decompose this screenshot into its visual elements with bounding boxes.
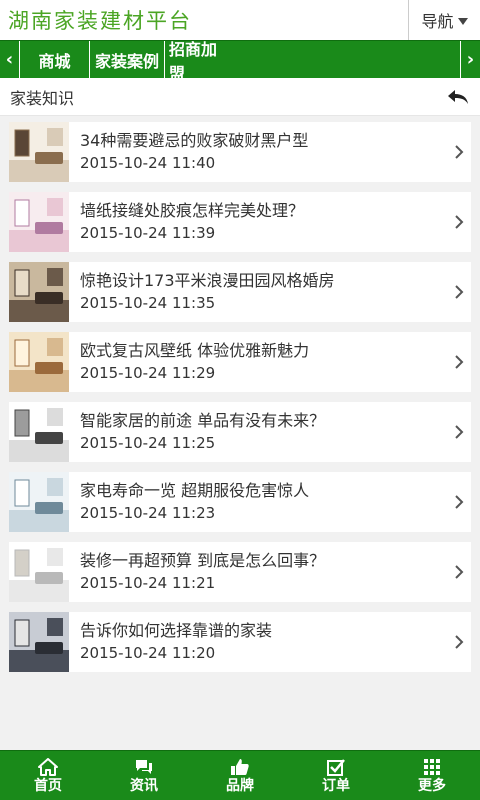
article-item[interactable]: 墙纸接缝处胶痕怎样完美处理？ 2015-10-24 11:39 (9, 192, 471, 252)
article-list: 34种需要避忌的败家破财黑户型 2015-10-24 11:40 墙纸接缝处胶痕怎样… (0, 116, 480, 672)
category-bar: ‹ 商城 家装案例 招商加盟 › (0, 40, 480, 83)
home-icon (38, 757, 58, 776)
nav-menu-label: 导航 (421, 12, 454, 31)
article-title: 装修一再超预算 到底是怎么回事？ (80, 551, 326, 570)
chevron-left-icon[interactable]: ‹ (0, 41, 20, 78)
article-title: 家电寿命一览 超期服役危害惊人 (80, 481, 310, 500)
chevron-right-icon (447, 144, 471, 160)
article-thumbnail (9, 122, 69, 182)
article-thumbnail (9, 472, 69, 532)
article-date: 2015-10-24 11:35 (80, 294, 216, 312)
article-date: 2015-10-24 11:20 (80, 644, 216, 662)
chevron-right-icon (447, 634, 471, 650)
article-text: 装修一再超预算 到底是怎么回事？ 2015-10-24 11:21 (69, 550, 447, 594)
thumbs-up-icon (231, 758, 249, 775)
category-item-franchise[interactable]: 招商加盟 (165, 40, 235, 83)
article-item[interactable]: 惊艳设计173平米浪漫田园风格婚房 2015-10-24 11:35 (9, 262, 471, 322)
caret-down-icon (457, 17, 468, 25)
tab-news[interactable]: 资讯 (96, 751, 192, 800)
tab-orders[interactable]: 订单 (288, 751, 384, 800)
section-header: 家装知识 (0, 78, 480, 116)
article-title: 墙纸接缝处胶痕怎样完美处理？ (80, 201, 305, 220)
tab-label: 首页 (34, 777, 62, 794)
site-logo[interactable]: 湖南家装建材平台 (0, 5, 408, 35)
section-title: 家装知识 (10, 88, 75, 108)
chevron-right-icon (447, 214, 471, 230)
category-item-mall[interactable]: 商城 (20, 41, 90, 78)
bottom-nav: 首页 资讯 品牌 订单 更多 (0, 750, 480, 800)
article-thumbnail (9, 192, 69, 252)
back-arrow-icon[interactable] (446, 87, 470, 107)
article-text: 欧式复古风壁纸 体验优雅新魅力 2015-10-24 11:29 (69, 340, 447, 384)
category-item-cases[interactable]: 家装案例 (90, 41, 165, 78)
grid-icon (424, 758, 440, 775)
tab-label: 品牌 (226, 777, 254, 794)
chevron-right-icon (447, 354, 471, 370)
article-date: 2015-10-24 11:25 (80, 434, 216, 452)
article-date: 2015-10-24 11:40 (80, 154, 216, 172)
article-text: 惊艳设计173平米浪漫田园风格婚房 2015-10-24 11:35 (69, 270, 447, 314)
article-text: 告诉你如何选择靠谱的家装 2015-10-24 11:20 (69, 620, 447, 664)
article-thumbnail (9, 262, 69, 322)
article-thumbnail (9, 402, 69, 462)
chevron-right-icon (447, 494, 471, 510)
article-title: 告诉你如何选择靠谱的家装 (80, 621, 273, 640)
article-date: 2015-10-24 11:39 (80, 224, 216, 242)
article-date: 2015-10-24 11:29 (80, 364, 216, 382)
article-date: 2015-10-24 11:21 (80, 574, 216, 592)
article-title: 惊艳设计173平米浪漫田园风格婚房 (80, 271, 335, 290)
chevron-right-icon (447, 424, 471, 440)
article-date: 2015-10-24 11:23 (80, 504, 216, 522)
tab-brand[interactable]: 品牌 (192, 751, 288, 800)
chevron-right-icon[interactable]: › (460, 41, 480, 78)
article-item[interactable]: 智能家居的前途 单品有没有未来？ 2015-10-24 11:25 (9, 402, 471, 462)
article-item[interactable]: 家电寿命一览 超期服役危害惊人 2015-10-24 11:23 (9, 472, 471, 532)
article-text: 智能家居的前途 单品有没有未来？ 2015-10-24 11:25 (69, 410, 447, 454)
article-thumbnail (9, 332, 69, 392)
chat-icon (136, 759, 152, 774)
chevron-right-icon (447, 284, 471, 300)
article-text: 家电寿命一览 超期服役危害惊人 2015-10-24 11:23 (69, 480, 447, 524)
article-title: 智能家居的前途 单品有没有未来？ (80, 411, 326, 430)
article-text: 34种需要避忌的败家破财黑户型 2015-10-24 11:40 (69, 130, 447, 174)
tab-more[interactable]: 更多 (384, 751, 480, 800)
tab-label: 订单 (322, 777, 350, 794)
tab-label: 更多 (418, 777, 446, 794)
article-item[interactable]: 装修一再超预算 到底是怎么回事？ 2015-10-24 11:21 (9, 542, 471, 602)
article-thumbnail (9, 612, 69, 672)
header: 湖南家装建材平台 导航 (0, 0, 480, 40)
article-title: 欧式复古风壁纸 体验优雅新魅力 (80, 341, 310, 360)
tab-home[interactable]: 首页 (0, 751, 96, 800)
nav-menu-button[interactable]: 导航 (408, 0, 480, 40)
checkbox-icon (327, 758, 345, 776)
article-item[interactable]: 欧式复古风壁纸 体验优雅新魅力 2015-10-24 11:29 (9, 332, 471, 392)
article-title: 34种需要避忌的败家破财黑户型 (80, 131, 309, 150)
article-item[interactable]: 34种需要避忌的败家破财黑户型 2015-10-24 11:40 (9, 122, 471, 182)
article-thumbnail (9, 542, 69, 602)
article-item[interactable]: 告诉你如何选择靠谱的家装 2015-10-24 11:20 (9, 612, 471, 672)
article-text: 墙纸接缝处胶痕怎样完美处理？ 2015-10-24 11:39 (69, 200, 447, 244)
tab-label: 资讯 (130, 777, 158, 794)
chevron-right-icon (447, 564, 471, 580)
